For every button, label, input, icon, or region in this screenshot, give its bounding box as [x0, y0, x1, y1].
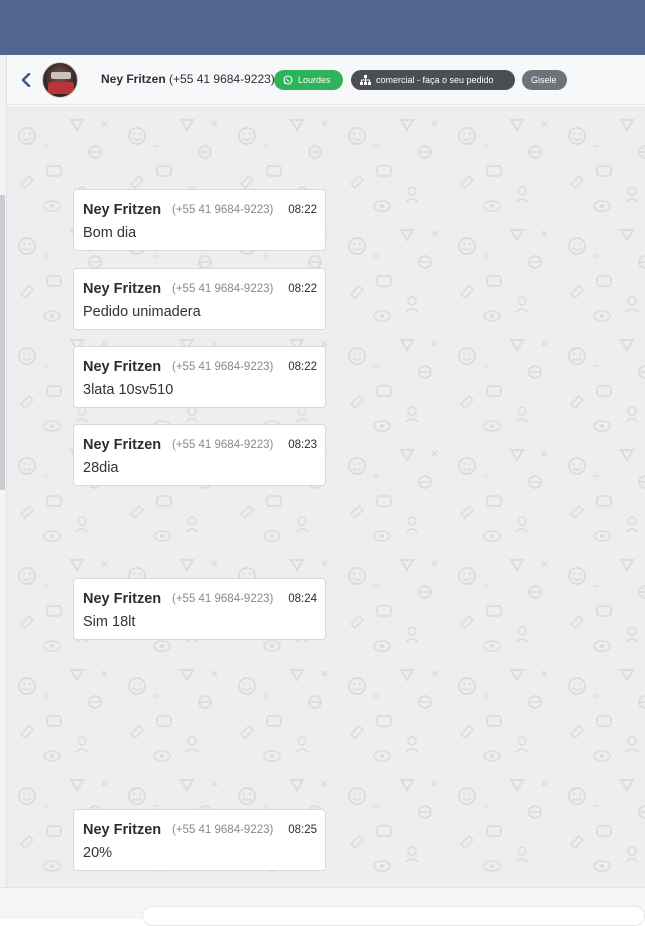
- message-sender: Ney Fritzen: [83, 281, 162, 297]
- whatsapp-icon: [283, 75, 293, 85]
- chat-messages-area[interactable]: Ney Fritzen (+55 41 9684-9223) 08:22 Bom…: [7, 106, 645, 887]
- chevron-left-icon: [21, 73, 31, 87]
- contact-phone: (+55 41 9684-9223): [169, 72, 275, 86]
- message-text: Bom dia: [83, 225, 137, 241]
- contact-title: Ney Fritzen (+55 41 9684-9223): [101, 72, 275, 86]
- message-time: 08:22: [288, 204, 317, 216]
- message-sender-phone: (+55 41 9684-9223): [172, 593, 274, 605]
- back-button[interactable]: [19, 70, 33, 90]
- tag-department[interactable]: comercial - faça o seu pedido: [351, 70, 515, 90]
- chat-header: Ney Fritzen (+55 41 9684-9223) Lourdes c…: [7, 55, 645, 105]
- contact-name: Ney Fritzen: [101, 72, 166, 86]
- message-bubble[interactable]: Ney Fritzen (+55 41 9684-9223) 08:25 20%: [73, 809, 326, 871]
- message-sender: Ney Fritzen: [83, 822, 162, 838]
- tag-user-gisele[interactable]: Gisele: [522, 70, 567, 90]
- message-sender: Ney Fritzen: [83, 437, 162, 453]
- message-text: 28dia: [83, 460, 119, 476]
- message-time: 08:22: [288, 283, 317, 295]
- message-sender-phone: (+55 41 9684-9223): [172, 824, 274, 836]
- tag-label: Gisele: [531, 75, 557, 85]
- message-bubble[interactable]: Ney Fritzen (+55 41 9684-9223) 08:24 Sim…: [73, 578, 326, 640]
- message-bubble[interactable]: Ney Fritzen (+55 41 9684-9223) 08:22 Bom…: [73, 189, 326, 251]
- message-time: 08:25: [288, 824, 317, 836]
- contact-avatar[interactable]: [42, 62, 78, 98]
- message-time: 08:22: [288, 361, 317, 373]
- tag-label: Lourdes: [298, 75, 331, 85]
- scrollbar-thumb[interactable]: [0, 195, 5, 490]
- message-sender: Ney Fritzen: [83, 202, 162, 218]
- message-sender: Ney Fritzen: [83, 359, 162, 375]
- message-input[interactable]: [142, 906, 645, 926]
- message-sender: Ney Fritzen: [83, 591, 162, 607]
- message-composer-bar: [0, 887, 645, 926]
- message-bubble[interactable]: Ney Fritzen (+55 41 9684-9223) 08:22 3la…: [73, 346, 326, 408]
- message-bubble[interactable]: Ney Fritzen (+55 41 9684-9223) 08:22 Ped…: [73, 268, 326, 330]
- app-top-bar: [0, 0, 645, 55]
- message-sender-phone: (+55 41 9684-9223): [172, 439, 274, 451]
- message-time: 08:23: [288, 439, 317, 451]
- message-sender-phone: (+55 41 9684-9223): [172, 204, 274, 216]
- message-bubble[interactable]: Ney Fritzen (+55 41 9684-9223) 08:23 28d…: [73, 424, 326, 486]
- tag-attendant-lourdes[interactable]: Lourdes: [274, 70, 343, 90]
- message-sender-phone: (+55 41 9684-9223): [172, 361, 274, 373]
- message-text: Sim 18lt: [83, 614, 136, 630]
- message-text: 3lata 10sv510: [83, 382, 174, 398]
- message-text: Pedido unimadera: [83, 304, 201, 320]
- message-sender-phone: (+55 41 9684-9223): [172, 283, 274, 295]
- tag-label: comercial - faça o seu pedido: [376, 75, 494, 85]
- message-text: 20%: [83, 845, 113, 861]
- sitemap-icon: [360, 75, 371, 85]
- message-time: 08:24: [288, 593, 317, 605]
- left-scrollbar[interactable]: [0, 55, 7, 919]
